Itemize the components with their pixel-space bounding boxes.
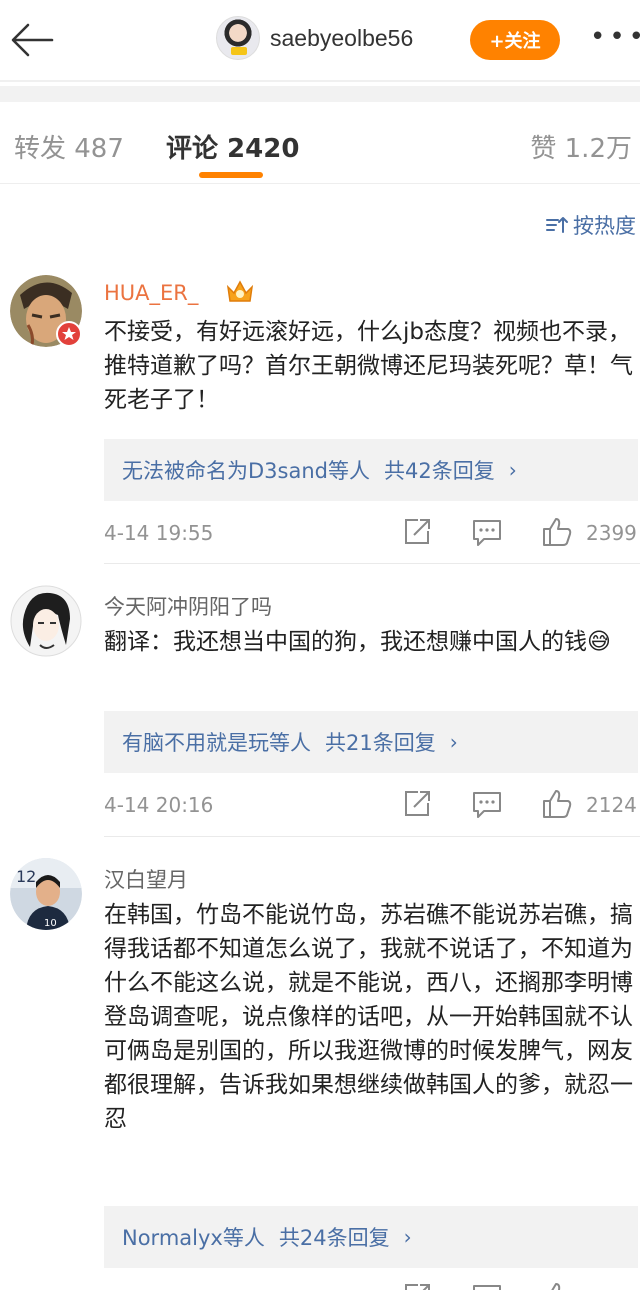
tab-likes[interactable]: 赞 1.2万 (530, 128, 632, 165)
reply-users: 无法被命名为D3sand等人 (122, 459, 370, 483)
active-tab-indicator (199, 172, 263, 178)
section-separator (0, 86, 640, 102)
like-icon[interactable] (540, 1280, 574, 1290)
back-arrow-icon[interactable] (8, 20, 56, 60)
divider (104, 836, 640, 837)
replies-preview[interactable]: 有脑不用就是玩等人 共21条回复 › (104, 711, 638, 773)
comment-icon[interactable] (470, 787, 504, 821)
weibo-comments-page: saebyeolbe56 +关注 ••• 转发 487 评论 2420 赞 1.… (0, 0, 640, 1290)
like-count: 2124 (586, 793, 637, 817)
sort-by-hot-button[interactable]: 按热度 (545, 210, 636, 240)
comment-author-name[interactable]: 今天阿冲阴阳了吗 (104, 591, 272, 621)
follow-button[interactable]: +关注 (470, 20, 560, 60)
chevron-right-icon: › (508, 458, 517, 482)
reply-count: 共24条回复 (278, 1226, 390, 1250)
reply-count: 共21条回复 (325, 731, 436, 755)
chevron-right-icon: › (449, 730, 458, 754)
reply-users: Normalyx等人 (122, 1226, 265, 1250)
chevron-right-icon: › (403, 1225, 412, 1249)
share-icon[interactable] (400, 787, 434, 821)
comment-time: 4-14 20:16 (104, 793, 214, 817)
share-icon[interactable] (400, 515, 434, 549)
comment-author-name[interactable]: 汉白望月 (104, 864, 188, 894)
comment-text: 翻译：我还想当中国的狗，我还想赚中国人的钱😅 (104, 629, 611, 655)
more-dots-icon[interactable]: ••• (590, 22, 640, 58)
comment-text: 不接受，有好远滚好远，什么jb态度？视频也不录，推特道歉了吗？首尔王朝微博还尼玛… (104, 319, 633, 413)
like-icon[interactable] (540, 515, 574, 549)
author-name[interactable]: saebyeolbe56 (270, 25, 413, 52)
avatar[interactable]: 12 10 (10, 858, 82, 930)
comment-text: 在韩国，竹岛不能说竹岛，苏岩礁不能说苏岩礁，搞得我话都不知道怎么说了，我就不说话… (104, 902, 633, 1132)
divider (0, 80, 640, 82)
replies-preview[interactable]: Normalyx等人 共24条回复 › (104, 1206, 638, 1268)
like-icon[interactable] (540, 787, 574, 821)
comment-meta: 4-14 20:16 2124 (104, 787, 640, 823)
replies-preview[interactable]: 无法被命名为D3sand等人 共42条回复 › (104, 439, 638, 501)
comment-icon[interactable] (470, 1280, 504, 1290)
verified-badge-icon (56, 321, 82, 347)
author-avatar[interactable] (216, 16, 260, 60)
divider (104, 563, 640, 564)
like-count: 2399 (586, 521, 637, 545)
crown-icon (224, 277, 256, 305)
tab-comments[interactable]: 评论 2420 (166, 128, 299, 165)
sort-label: 按热度 (573, 214, 636, 238)
comment-author-name[interactable]: HUA_ER_ (104, 281, 198, 305)
svg-text:12: 12 (16, 867, 36, 886)
comment-time: 4-14 19:55 (104, 521, 214, 545)
author-info[interactable]: saebyeolbe56 (216, 16, 413, 60)
avatar[interactable] (10, 585, 82, 657)
comment-meta: 4-14 19:55 2399 (104, 515, 640, 551)
sort-icon (546, 217, 568, 233)
share-icon[interactable] (400, 1280, 434, 1290)
reply-users: 有脑不用就是玩等人 (122, 731, 311, 755)
svg-text:10: 10 (44, 918, 57, 929)
top-bar: saebyeolbe56 +关注 ••• (0, 0, 640, 80)
tab-bar: 转发 487 评论 2420 赞 1.2万 (0, 102, 640, 184)
reply-count: 共42条回复 (383, 459, 495, 483)
comment-icon[interactable] (470, 515, 504, 549)
comment-meta (104, 1280, 640, 1290)
tab-forward[interactable]: 转发 487 (14, 128, 124, 165)
